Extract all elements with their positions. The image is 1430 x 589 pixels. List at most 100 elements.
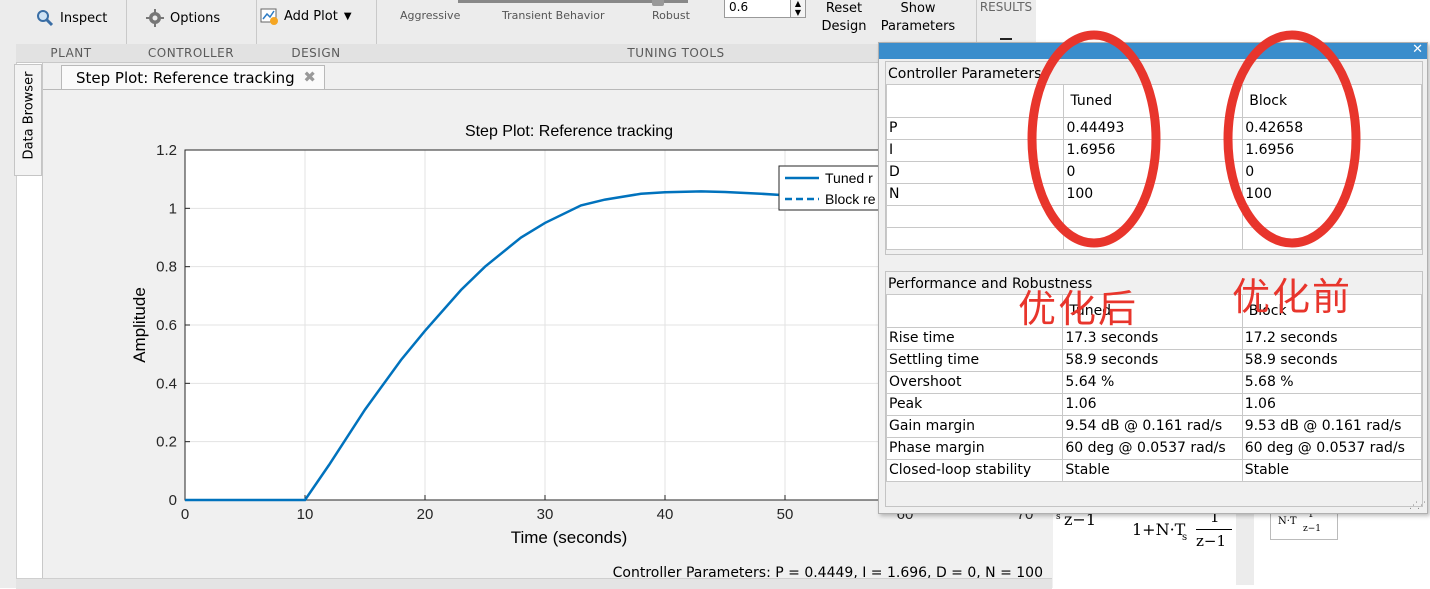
formula-denominator: 1+N·T (1132, 520, 1186, 539)
show-label-line2: Parameters (880, 19, 956, 34)
ctrl-cell: 0 (1063, 161, 1244, 184)
results-label: RESULTS (979, 0, 1033, 14)
design-group: Add Plot ▼ DESIGN (256, 0, 377, 62)
spinner-arrows-icon[interactable]: ▲ ▼ (790, 0, 805, 17)
perf-cell: Stable (1062, 459, 1243, 482)
perf-cell: Phase margin (885, 437, 1064, 460)
y-axis-label: Amplitude (130, 287, 149, 363)
y-tick-label: 0.4 (156, 375, 177, 392)
perf-row: Rise time 17.3 seconds 17.2 seconds (885, 327, 1423, 350)
ctrl-cell: P (885, 117, 1065, 140)
y-tick-label: 0.8 (156, 259, 177, 276)
perf-cell: 1.06 (1241, 393, 1423, 416)
perf-cell: 9.54 dB @ 0.161 rad/s (1062, 415, 1243, 438)
ctrl-cell: 0.42658 (1242, 117, 1422, 140)
perf-cell: 1.06 (1062, 393, 1243, 416)
inspect-button[interactable]: Inspect (36, 6, 107, 30)
ctrl-cell: 100 (1063, 183, 1244, 206)
close-tab-icon[interactable]: ✖ (303, 68, 316, 86)
perf-cell: Gain margin (885, 415, 1064, 438)
formula-z-minus-1-2: z−1 (1196, 532, 1227, 550)
formula-divider (1236, 505, 1254, 585)
x-tick-label: 10 (297, 506, 314, 523)
ctrl-cell: N (885, 183, 1065, 206)
inspect-label: Inspect (60, 10, 108, 26)
show-label-line1: Show (900, 1, 936, 16)
ctrl-row: I 1.6956 1.6956 (885, 139, 1422, 162)
ctrl-header-cell: Block (1242, 84, 1422, 118)
gear-icon (146, 9, 164, 27)
performance-robustness-table: Tuned Block Rise time 17.3 seconds 17.2 seco… (885, 294, 1423, 482)
ctrl-cell (885, 227, 1065, 250)
slider-label-aggressive: Aggressive (400, 9, 461, 22)
ctrl-header-cell: Tuned (1063, 84, 1244, 118)
slider-label-transient: Transient Behavior (502, 9, 605, 22)
perf-row: Gain margin 9.54 dB @ 0.161 rad/s 9.53 dB … (885, 415, 1423, 438)
reset-label-line2: Design (821, 19, 867, 34)
add-plot-button[interactable]: Add Plot ▼ (260, 4, 352, 28)
chart-title: Step Plot: Reference tracking (465, 123, 673, 140)
results-collapse-icon[interactable] (1000, 38, 1012, 40)
ctrl-row (885, 227, 1422, 250)
perf-cell: 17.2 seconds (1241, 327, 1423, 350)
ctrl-row (885, 205, 1422, 228)
legend-label: Block re (825, 191, 876, 207)
perf-row: Closed-loop stability Stable Stable (885, 459, 1423, 482)
tab-title: Step Plot: Reference tracking (76, 69, 295, 87)
resize-grip-icon[interactable]: ⋰⋰ (1409, 501, 1426, 511)
perf-cell: 58.9 seconds (1062, 349, 1243, 372)
annotation-before-label: 优化前 (1232, 275, 1353, 319)
transient-slider[interactable] (458, 0, 688, 6)
group-label-controller: CONTROLLER (126, 44, 256, 62)
perf-row: Phase margin 60 deg @ 0.0537 rad/s 60 deg … (885, 437, 1423, 460)
slider-handle[interactable] (652, 0, 664, 6)
x-tick-label: 30 (537, 506, 554, 523)
options-button[interactable]: Options (146, 6, 220, 30)
legend-label: Tuned r (825, 170, 873, 186)
x-tick-label: 50 (777, 506, 794, 523)
perf-cell: Settling time (885, 349, 1064, 372)
x-tick-label: 40 (657, 506, 674, 523)
perf-row: Peak 1.06 1.06 (885, 393, 1423, 416)
y-tick-label: 1 (169, 200, 177, 217)
close-icon[interactable]: ✕ (1412, 42, 1423, 57)
ctrl-cell (1242, 205, 1422, 228)
group-label-plant: PLANT (16, 44, 126, 62)
ctrl-header-row: Tuned Block (885, 84, 1422, 118)
perf-row: Settling time 58.9 seconds 58.9 seconds (885, 349, 1423, 372)
show-parameters-button[interactable]: Show Parameters (876, 0, 960, 36)
y-tick-label: 0 (169, 492, 177, 509)
perf-cell: Closed-loop stability (885, 459, 1064, 482)
perf-cell: 5.68 % (1241, 371, 1423, 394)
perf-cell: 9.53 dB @ 0.161 rad/s (1241, 415, 1423, 438)
ctrl-header-cell (885, 84, 1065, 118)
plant-group: Inspect PLANT (16, 0, 127, 62)
perf-row: Overshoot 5.64 % 5.68 % (885, 371, 1423, 394)
y-tick-label: 0.6 (156, 317, 177, 334)
ctrl-cell: 1.6956 (1242, 139, 1422, 162)
ctrl-cell: D (885, 161, 1065, 184)
controller-parameters-panel: Controller Parameters Tuned Block P 0.44493… (885, 61, 1423, 255)
data-browser-tab[interactable]: Data Browser (14, 64, 42, 176)
ctrl-row: D00 (885, 161, 1422, 184)
perf-cell: Peak (885, 393, 1064, 416)
tab-step-plot[interactable]: Step Plot: Reference tracking ✖ (61, 65, 325, 90)
reset-design-button[interactable]: Reset Design (818, 0, 870, 36)
perf-cell: Overshoot (885, 371, 1064, 394)
ctrl-cell (1242, 227, 1422, 250)
value-spinner[interactable]: 0.6 ▲ ▼ (724, 0, 806, 18)
y-tick-label: 0.2 (156, 434, 177, 451)
magnifier-icon (36, 9, 54, 27)
perf-cell: Stable (1241, 459, 1423, 482)
ctrl-cell: 1.6956 (1063, 139, 1244, 162)
popup-title-bar: ✕ (879, 42, 1427, 59)
spinner-value: 0.6 (729, 0, 749, 14)
perf-cell: 60 deg @ 0.0537 rad/s (1241, 437, 1423, 460)
ctrl-row: N 100 100 (885, 183, 1422, 206)
ctrl-cell: 0 (1242, 161, 1422, 184)
x-tick-label: 20 (417, 506, 434, 523)
data-browser-label: Data Browser (21, 71, 37, 160)
ctrl-cell: I (885, 139, 1065, 162)
ctrl-cell (1063, 227, 1244, 250)
add-plot-icon (260, 7, 278, 25)
